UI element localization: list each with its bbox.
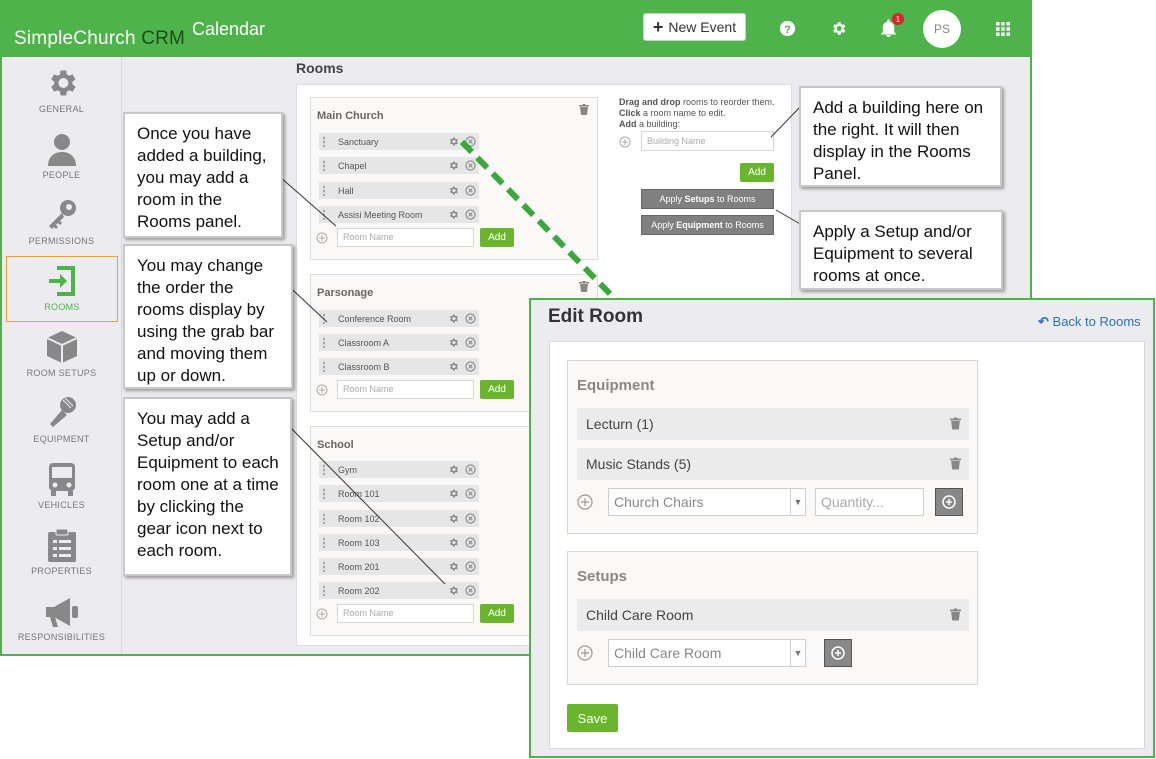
back-arrow-icon: ↶ — [1038, 314, 1049, 329]
connector-line — [282, 419, 446, 585]
setup-select[interactable]: Child Care Room ▼ — [608, 639, 806, 667]
back-to-rooms-link[interactable]: ↶ Back to Rooms — [1038, 314, 1141, 330]
equipment-section: Equipment Lecturn (1) Music Stands (5) C… — [567, 360, 978, 534]
callout-reorder: You may change the order the rooms displ… — [123, 244, 293, 389]
add-equipment-button[interactable] — [935, 488, 963, 516]
chevron-down-icon: ▼ — [790, 489, 805, 515]
chevron-down-icon: ▼ — [790, 640, 805, 666]
callout-gear: You may add a Setup and/or Equipment to … — [123, 397, 292, 576]
plus-circle-icon — [942, 495, 956, 509]
plus-circle-icon — [831, 646, 845, 660]
quantity-input[interactable]: Quantity... — [815, 488, 924, 516]
dashed-arrow-connector — [459, 139, 621, 305]
back-to-rooms-label: Back to Rooms — [1052, 314, 1141, 329]
equipment-item: Lecturn (1) — [577, 408, 969, 440]
setups-section: Setups Child Care Room Child Care Room ▼ — [567, 551, 978, 685]
trash-icon[interactable] — [950, 457, 961, 470]
equipment-item: Music Stands (5) — [577, 448, 969, 480]
edit-room-title: Edit Room — [548, 306, 643, 327]
setup-item-label: Child Care Room — [586, 607, 694, 623]
add-setup-button[interactable] — [824, 639, 852, 667]
equipment-select-value: Church Chairs — [614, 494, 704, 510]
setup-item: Child Care Room — [577, 599, 969, 631]
equipment-item-label: Music Stands (5) — [586, 456, 692, 472]
save-button[interactable]: Save — [567, 704, 618, 732]
callout-add-building: Add a building here on the right. It wil… — [799, 86, 1002, 187]
equipment-item-label: Lecturn (1) — [586, 416, 654, 432]
equipment-select[interactable]: Church Chairs ▼ — [608, 488, 806, 516]
trash-icon[interactable] — [950, 417, 961, 430]
add-circle-icon — [577, 645, 593, 661]
equipment-heading: Equipment — [577, 377, 655, 394]
setup-select-value: Child Care Room — [614, 645, 722, 661]
trash-icon[interactable] — [950, 608, 961, 621]
setups-heading: Setups — [577, 568, 628, 585]
callout-apply-several: Apply a Setup and/or Equipment to severa… — [799, 210, 1003, 290]
add-circle-icon — [577, 494, 593, 510]
callout-add-room: Once you have added a building, you may … — [123, 112, 283, 238]
